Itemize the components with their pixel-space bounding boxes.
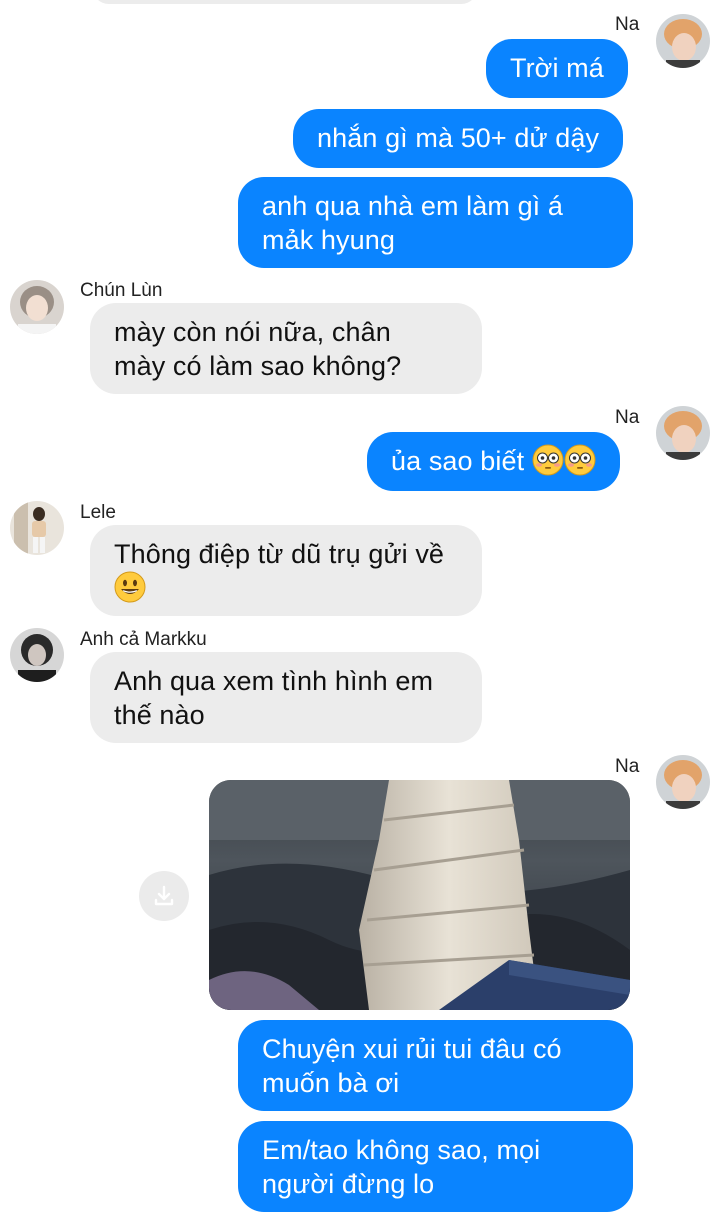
message-bubble[interactable]: anh qua nhà em làm gì á mảk hyung <box>238 177 633 268</box>
message-bubble[interactable]: Chuyện xui rủi tui đâu có muốn bà ơi <box>238 1020 633 1111</box>
avatar-na-image <box>656 14 710 68</box>
message-bubble[interactable]: nhắn gì mà 50+ dử dậy <box>293 109 624 168</box>
bandaged-foot-image <box>209 780 630 1010</box>
grinning-face-emoji <box>114 571 146 603</box>
download-button[interactable] <box>139 871 189 921</box>
flushed-face-emoji <box>564 444 596 476</box>
download-icon <box>154 885 174 906</box>
message-bubble[interactable]: Thông điệp từ dũ trụ gửi về <box>90 525 482 616</box>
sender-name: Anh cả Markku <box>80 629 207 650</box>
avatar-anh-ca-markku[interactable] <box>10 628 64 682</box>
flushed-face-emoji <box>532 444 564 476</box>
sender-name: Lele <box>80 502 116 523</box>
avatar-na-image <box>656 755 710 809</box>
avatar-chun-lun[interactable] <box>10 280 64 334</box>
avatar-na[interactable] <box>656 14 710 68</box>
message-bubble[interactable]: mày còn nói nữa, chân mày có làm sao khô… <box>90 303 482 394</box>
avatar-anh-ca-markku-image <box>10 628 64 682</box>
sender-name: Na <box>615 14 640 35</box>
message-bubble[interactable]: Trời má <box>486 39 628 98</box>
photo-attachment[interactable] <box>209 780 630 1010</box>
avatar-na[interactable] <box>656 406 710 460</box>
message-text: Thông điệp từ dũ trụ gửi về <box>114 539 445 569</box>
sender-name: Na <box>615 407 640 428</box>
sender-name: Na <box>615 756 640 777</box>
partial-message-bubble <box>92 0 478 4</box>
avatar-na[interactable] <box>656 755 710 809</box>
sender-name: Chún Lùn <box>80 280 163 301</box>
message-bubble[interactable]: ủa sao biết <box>367 432 620 491</box>
avatar-lele-image <box>10 501 64 555</box>
message-text: ủa sao biết <box>391 446 532 476</box>
avatar-chun-lun-image <box>10 280 64 334</box>
avatar-lele[interactable] <box>10 501 64 555</box>
avatar-na-image <box>656 406 710 460</box>
message-bubble[interactable]: Anh qua xem tình hình em thế nào <box>90 652 482 743</box>
message-bubble[interactable]: Em/tao không sao, mọi người đừng lo <box>238 1121 633 1212</box>
